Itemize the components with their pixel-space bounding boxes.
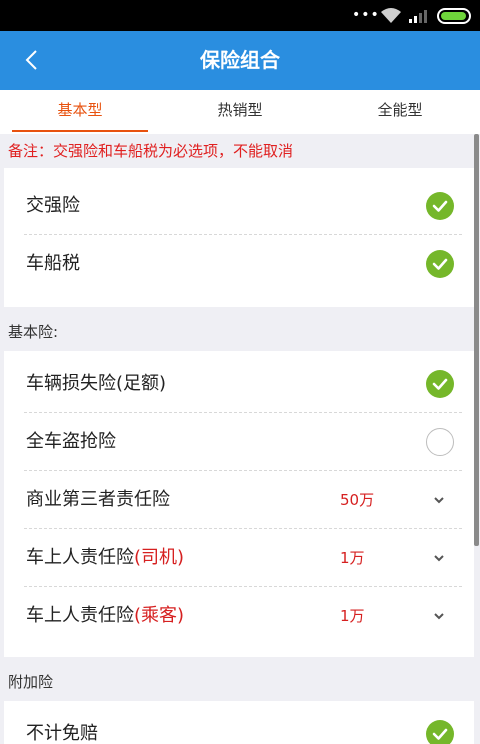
signal-icon <box>409 10 427 23</box>
item-label: 不计免赔 <box>26 723 98 744</box>
list-item[interactable]: 商业第三者责任险 50万 <box>24 471 462 529</box>
unchecked-circle-icon[interactable] <box>426 428 454 456</box>
chevron-down-icon[interactable] <box>432 551 446 565</box>
checkmark-icon[interactable] <box>426 720 454 744</box>
item-label: 交强险 <box>26 195 80 216</box>
coverage-value: 1万 <box>340 549 365 567</box>
list-item[interactable]: 交强险 <box>24 177 462 235</box>
list-item[interactable]: 不计免赔 <box>24 705 462 744</box>
addon-card: 不计免赔 <box>4 701 474 744</box>
tab-indicator <box>12 130 148 132</box>
item-label-suffix: (司机) <box>134 547 185 568</box>
tab-bar: 基本型 热销型 全能型 <box>0 90 480 134</box>
basic-section-title: 基本险: <box>8 323 59 341</box>
scrollbar[interactable] <box>474 134 479 546</box>
item-label: 车辆损失险(足额) <box>26 373 167 394</box>
required-card: 交强险 车船税 <box>4 168 474 307</box>
chevron-down-icon[interactable] <box>432 493 446 507</box>
notification-dots-icon: ••• <box>352 7 380 23</box>
tab-hot[interactable]: 热销型 <box>160 90 320 134</box>
chevron-down-icon[interactable] <box>432 609 446 623</box>
list-item[interactable]: 车上人责任险(乘客) 1万 <box>24 587 462 645</box>
item-label: 全车盗抢险 <box>26 431 116 452</box>
item-label-main: 车上人责任险 <box>26 547 134 568</box>
tab-basic[interactable]: 基本型 <box>0 90 160 134</box>
item-label: 商业第三者责任险 <box>26 489 170 510</box>
required-note: 备注：交强险和车船税为必选项，不能取消 <box>8 142 294 160</box>
basic-card: 车辆损失险(足额) 全车盗抢险 商业第三者责任险 50万 车上人责任险(司机) … <box>4 351 474 657</box>
tab-full[interactable]: 全能型 <box>320 90 480 134</box>
battery-icon <box>437 8 471 24</box>
item-label: 车上人责任险(乘客) <box>26 587 184 645</box>
list-item[interactable]: 车上人责任险(司机) 1万 <box>24 529 462 587</box>
list-item[interactable]: 车辆损失险(足额) <box>24 355 462 413</box>
list-item[interactable]: 全车盗抢险 <box>24 413 462 471</box>
checkmark-icon[interactable] <box>426 370 454 398</box>
addon-section-title: 附加险 <box>8 673 54 691</box>
coverage-value: 1万 <box>340 607 365 625</box>
app-bar: 保险组合 <box>0 31 480 90</box>
content-scroll[interactable]: 备注：交强险和车船税为必选项，不能取消 交强险 车船税 基本险: 车辆损失险(足… <box>0 134 480 744</box>
item-label-main: 车上人责任险 <box>26 605 134 626</box>
checkmark-icon[interactable] <box>426 250 454 278</box>
coverage-value: 50万 <box>340 491 375 509</box>
status-bar: ••• <box>0 0 480 31</box>
wifi-icon <box>381 8 401 23</box>
item-label-suffix: (乘客) <box>134 605 185 626</box>
item-label: 车船税 <box>26 253 80 274</box>
list-item[interactable]: 车船税 <box>24 235 462 293</box>
item-label: 车上人责任险(司机) <box>26 529 184 587</box>
checkmark-icon[interactable] <box>426 192 454 220</box>
page-title: 保险组合 <box>200 48 280 72</box>
